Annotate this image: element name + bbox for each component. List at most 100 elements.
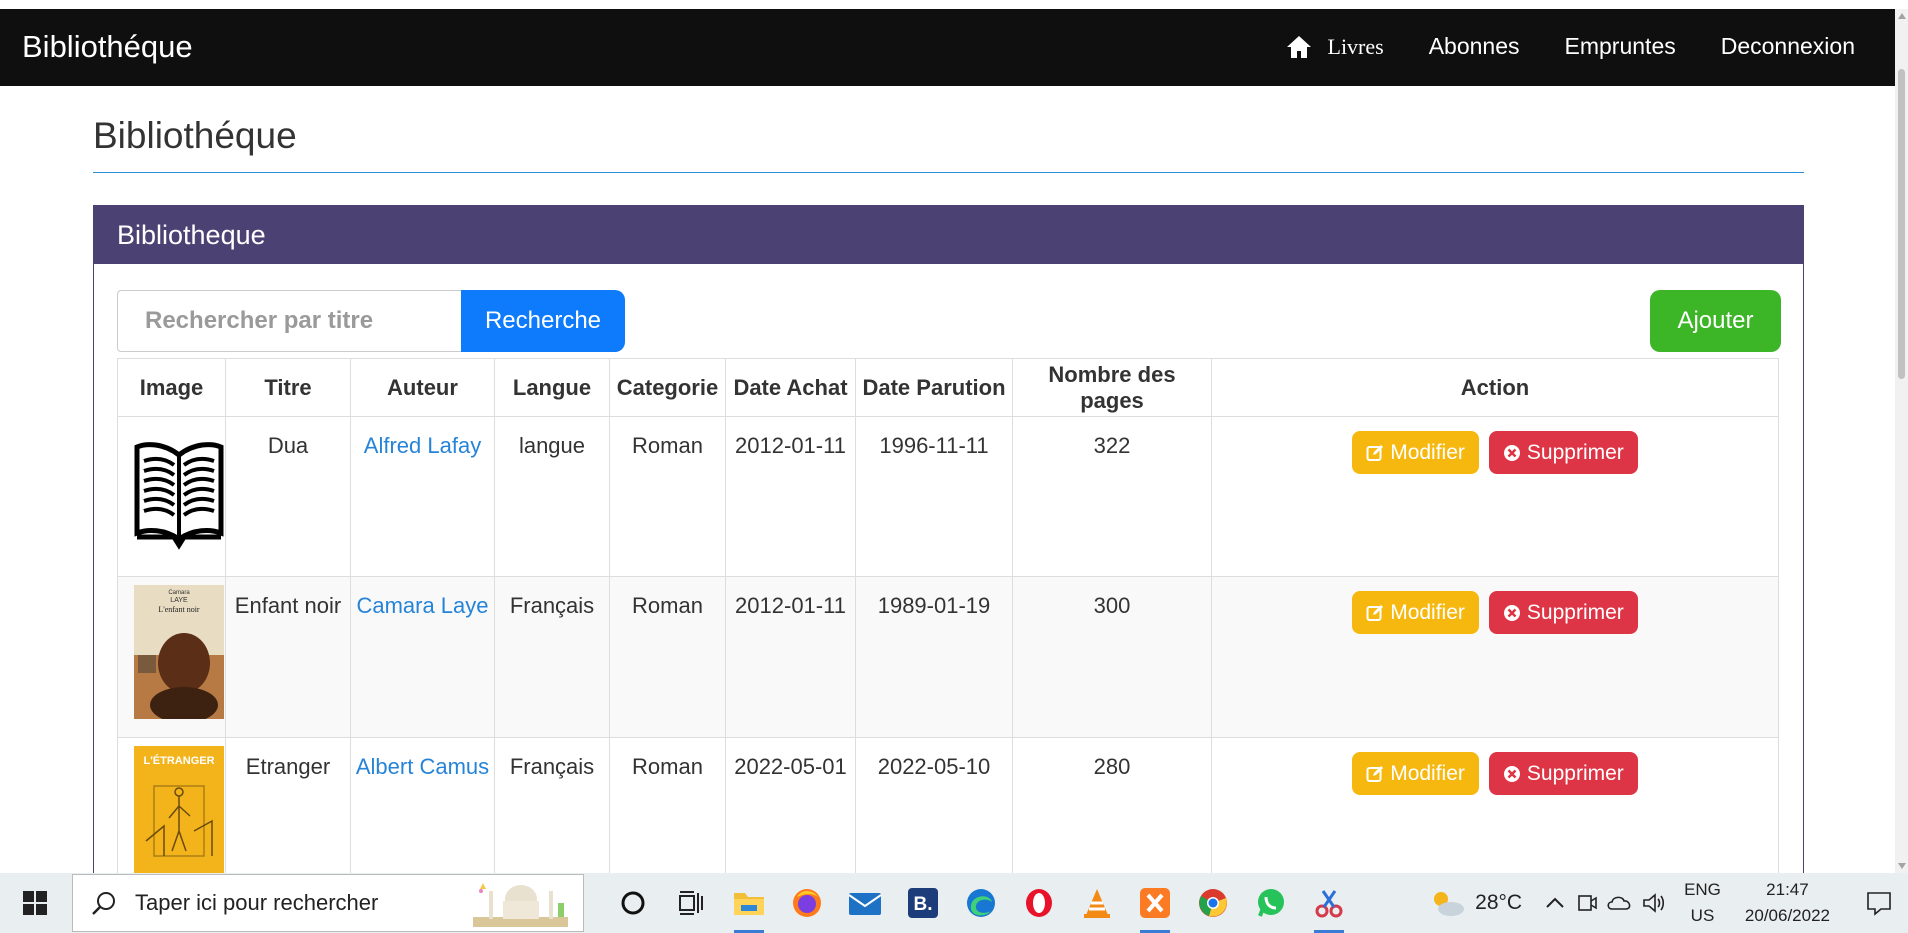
chrome-icon[interactable]	[1184, 873, 1242, 933]
input-language-indicator[interactable]: ENG US	[1684, 877, 1721, 929]
nav-link-empruntes[interactable]: Empruntes	[1565, 33, 1676, 60]
edit-button-label: Modifier	[1390, 600, 1465, 624]
navbar-brand[interactable]: Bibliothéque	[22, 29, 193, 65]
page-title: Bibliothéque	[93, 115, 297, 156]
nav-link-deconnexion[interactable]: Deconnexion	[1721, 33, 1855, 60]
opera-icon[interactable]	[1010, 873, 1068, 933]
whatsapp-icon[interactable]	[1242, 873, 1300, 933]
edit-button[interactable]: Modifier	[1352, 431, 1479, 474]
cell-titre: Enfant noir	[225, 576, 351, 738]
b-app-icon[interactable]: B.	[894, 873, 952, 933]
vlc-icon[interactable]	[1068, 873, 1126, 933]
delete-button-label: Supprimer	[1526, 761, 1624, 785]
table-header-row: Image Titre Auteur Langue Categorie Date…	[117, 358, 1779, 417]
svg-text:L'ÉTRANGER: L'ÉTRANGER	[143, 754, 214, 767]
cell-date-parution: 1996-11-11	[855, 416, 1013, 577]
nav-link-livres-label: Livres	[1327, 33, 1384, 59]
nav-link-livres[interactable]: Livres	[1286, 34, 1384, 60]
taskbar-search-placeholder: Taper ici pour rechercher	[135, 890, 379, 915]
svg-text:L'enfant noir: L'enfant noir	[158, 605, 200, 614]
chevron-up-icon[interactable]	[1544, 895, 1566, 911]
scroll-thumb[interactable]	[1898, 69, 1905, 379]
edit-button-label: Modifier	[1390, 440, 1465, 464]
taskbar-search-box[interactable]: Taper ici pour rechercher	[72, 874, 584, 932]
edit-button-label: Modifier	[1390, 761, 1465, 785]
col-header-langue: Langue	[494, 358, 610, 417]
xampp-icon[interactable]	[1126, 873, 1184, 933]
open-book-icon	[134, 442, 224, 550]
cell-date-achat: 2012-01-11	[725, 416, 856, 577]
book-cover-enfant-noir: Camara LAYE L'enfant noir	[134, 585, 224, 719]
cell-pages: 300	[1012, 576, 1212, 738]
cell-date-parution: 1989-01-19	[855, 576, 1013, 738]
col-header-image: Image	[117, 358, 226, 417]
svg-text:Camara: Camara	[168, 590, 190, 596]
cell-langue: langue	[494, 416, 610, 577]
add-book-button[interactable]: Ajouter	[1650, 290, 1781, 352]
cortana-icon[interactable]	[604, 873, 662, 933]
panel-heading: Bibliotheque	[94, 206, 1803, 264]
delete-button[interactable]: Supprimer	[1488, 431, 1638, 474]
volume-icon[interactable]	[1642, 892, 1666, 914]
cell-date-achat: 2012-01-11	[725, 576, 856, 738]
search-input[interactable]	[117, 290, 461, 352]
cell-auteur-link[interactable]: Camara Laye	[350, 576, 495, 738]
library-panel: Bibliotheque Recherche Ajouter Image Tit…	[93, 205, 1804, 906]
edit-button[interactable]: Modifier	[1352, 752, 1479, 795]
taj-mahal-illustration-icon	[473, 883, 568, 927]
window-top-edge	[0, 0, 1908, 9]
windows-logo-icon	[23, 891, 47, 915]
weather-partly-cloudy-icon[interactable]	[1427, 887, 1467, 919]
system-tray: 28°C ENG US 21:47 20/06/2022	[1427, 873, 1908, 933]
delete-button-label: Supprimer	[1526, 440, 1624, 464]
cell-langue: Français	[494, 576, 610, 738]
taskbar-clock[interactable]: 21:47 20/06/2022	[1745, 877, 1830, 929]
edge-icon[interactable]	[952, 873, 1010, 933]
page-scrollbar[interactable]	[1895, 9, 1908, 873]
circle-x-icon	[1503, 444, 1520, 461]
cell-image	[117, 416, 226, 577]
search-button[interactable]: Recherche	[461, 290, 625, 352]
weather-temperature[interactable]: 28°C	[1475, 891, 1522, 915]
cell-actions: Modifier Supprimer	[1211, 576, 1779, 738]
onedrive-cloud-icon[interactable]	[1606, 893, 1634, 913]
table-row: Camara LAYE L'enfant noir Enfant noir Ca…	[117, 576, 1779, 738]
col-header-pages: Nombre des pages	[1012, 358, 1212, 417]
cell-auteur-link[interactable]: Alfred Lafay	[350, 416, 495, 577]
circle-x-icon	[1503, 604, 1520, 621]
lang-line-1: ENG	[1684, 880, 1721, 899]
edit-icon	[1366, 604, 1384, 621]
col-header-categorie: Categorie	[609, 358, 726, 417]
search-group: Recherche	[117, 290, 625, 352]
lang-line-2: US	[1690, 906, 1715, 925]
mail-icon[interactable]	[836, 873, 894, 933]
book-cover-etranger: L'ÉTRANGER	[134, 746, 224, 880]
col-header-auteur: Auteur	[350, 358, 495, 417]
firefox-icon[interactable]	[778, 873, 836, 933]
delete-button-label: Supprimer	[1526, 600, 1624, 624]
taskbar-pinned-apps: B.	[604, 873, 1358, 933]
clock-date: 20/06/2022	[1744, 906, 1830, 925]
circle-x-icon	[1503, 765, 1520, 782]
delete-button[interactable]: Supprimer	[1488, 752, 1638, 795]
cell-categorie: Roman	[609, 416, 726, 577]
scroll-down-arrow-icon[interactable]	[1898, 863, 1906, 869]
scroll-up-arrow-icon[interactable]	[1898, 13, 1906, 19]
file-explorer-icon[interactable]	[720, 873, 778, 933]
col-header-titre: Titre	[225, 358, 351, 417]
delete-button[interactable]: Supprimer	[1488, 591, 1638, 634]
col-header-date-parution: Date Parution	[855, 358, 1013, 417]
snipping-tool-icon[interactable]	[1300, 873, 1358, 933]
start-button[interactable]	[0, 873, 70, 933]
edit-button[interactable]: Modifier	[1352, 591, 1479, 634]
task-view-icon[interactable]	[662, 873, 720, 933]
nav-links: Livres Abonnes Empruntes Deconnexion	[1286, 33, 1855, 60]
meet-now-icon[interactable]	[1576, 892, 1598, 914]
cell-actions: Modifier Supprimer	[1211, 416, 1779, 577]
edit-icon	[1366, 765, 1384, 782]
home-icon	[1286, 35, 1311, 58]
cell-image: Camara LAYE L'enfant noir	[117, 576, 226, 738]
nav-link-abonnes[interactable]: Abonnes	[1429, 33, 1520, 60]
notification-center-icon[interactable]	[1866, 890, 1892, 916]
col-header-action: Action	[1211, 358, 1779, 417]
